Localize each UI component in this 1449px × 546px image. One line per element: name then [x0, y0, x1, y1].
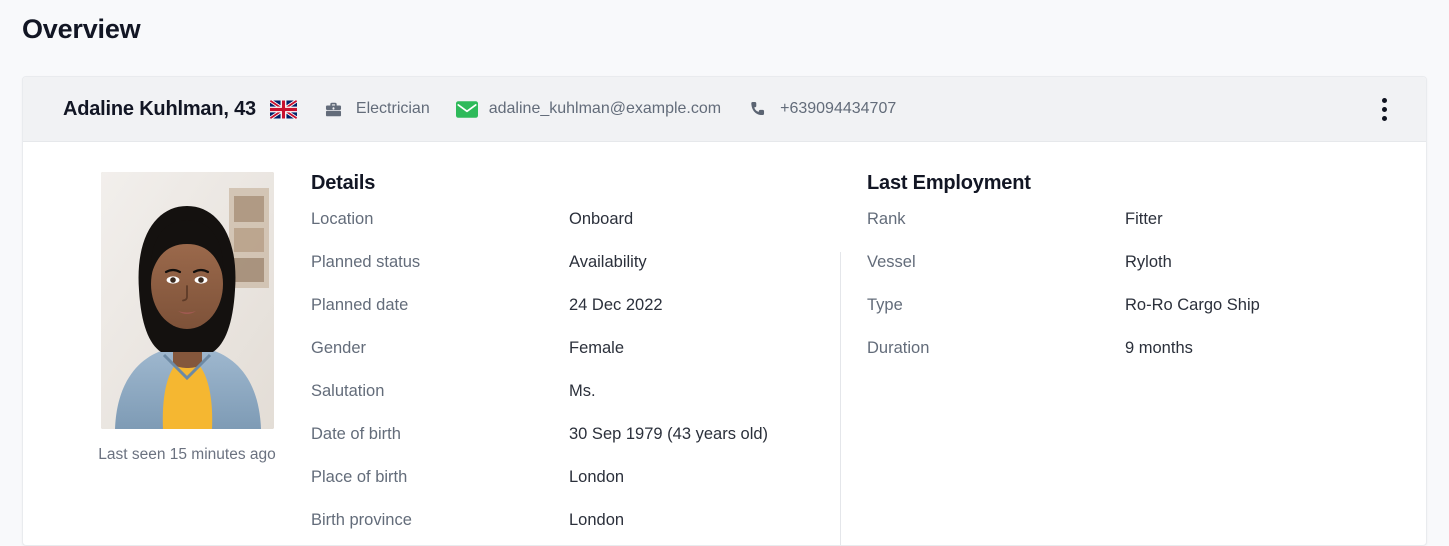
employment-row-label: Rank	[867, 210, 906, 228]
job-title-item: Electrician	[323, 98, 430, 120]
page-title: Overview	[22, 14, 141, 44]
email-item[interactable]: adaline_kuhlman@example.com	[455, 98, 722, 120]
kebab-dot	[1381, 97, 1387, 103]
employment-row: Vessel Ryloth	[867, 252, 1426, 295]
details-row: Gender Female	[311, 338, 841, 381]
uk-flag-icon	[269, 99, 297, 119]
details-row-value: London	[569, 468, 625, 486]
details-row-value: Onboard	[569, 210, 634, 228]
phone-text: +639094434707	[780, 100, 897, 117]
details-table-body: Location Onboard Planned status Availabilit…	[311, 209, 841, 545]
details-row-value: 30 Sep 1979 (43 years old)	[569, 425, 769, 443]
last-seen-text: Last seen 15 minutes ago	[98, 446, 276, 463]
details-row-label: Planned status	[311, 253, 421, 271]
employment-column: Last Employment Rank Fitter Vessel Ryloth Ty…	[841, 172, 1426, 545]
avatar	[100, 172, 274, 429]
phone-item[interactable]: +639094434707	[747, 98, 896, 120]
employment-section-title: Last Employment	[867, 172, 1031, 194]
details-row-label: Salutation	[311, 382, 385, 400]
details-row-value: London	[569, 511, 625, 529]
details-row-label: Place of birth	[311, 468, 408, 486]
details-row: Planned status Availability	[311, 252, 841, 295]
email-text: adaline_kuhlman@example.com	[488, 100, 722, 117]
details-row: Place of birth London	[311, 467, 841, 510]
details-section-title: Details	[311, 172, 376, 194]
details-row: Location Onboard	[311, 209, 841, 252]
details-row-value: Female	[569, 339, 625, 357]
kebab-menu-icon[interactable]	[1372, 96, 1396, 122]
briefcase-icon	[323, 98, 345, 120]
details-row-label: Planned date	[311, 296, 409, 314]
details-row: Salutation Ms.	[311, 381, 841, 424]
details-row-value: 24 Dec 2022	[569, 296, 663, 314]
details-row-label: Birth province	[311, 511, 412, 529]
employment-row-value: Ryloth	[1125, 253, 1172, 271]
details-row-label: Location	[311, 210, 374, 228]
details-row: Birth province London	[311, 510, 841, 545]
employment-row: Type Ro-Ro Cargo Ship	[867, 295, 1426, 338]
kebab-dot	[1381, 106, 1387, 112]
person-name: Adaline Kuhlman, 43	[63, 97, 256, 120]
person-overview-card: Adaline Kuhlman, 43 Electrician adaline_…	[22, 76, 1427, 546]
details-column: Details Location Onboard Planned status Ava…	[311, 172, 841, 545]
employment-row-label: Type	[867, 296, 903, 314]
phone-icon	[747, 98, 769, 120]
employment-table: Rank Fitter Vessel Ryloth Type Ro-Ro Cargo Sh…	[867, 209, 1426, 381]
employment-row-label: Vessel	[867, 253, 916, 271]
details-row: Date of birth 30 Sep 1979 (43 years old)	[311, 424, 841, 467]
details-row-value: Availability	[569, 253, 647, 271]
details-row-label: Date of birth	[311, 425, 401, 443]
photo-column: Last seen 15 minutes ago	[23, 172, 311, 545]
employment-row: Rank Fitter	[867, 209, 1426, 252]
employment-row-label: Duration	[867, 339, 930, 357]
details-table: Location Onboard Planned status Availabilit…	[311, 209, 841, 545]
details-row-value: Ms.	[569, 382, 596, 400]
employment-table-body: Rank Fitter Vessel Ryloth Type Ro-Ro Cargo Sh…	[867, 209, 1426, 381]
employment-row-value: Fitter	[1125, 210, 1163, 228]
overview-page: Overview Adaline Kuhlman, 43 Electrician…	[0, 0, 1449, 546]
details-row: Planned date 24 Dec 2022	[311, 295, 841, 338]
card-body: Last seen 15 minutes ago Details Locatio…	[23, 142, 1426, 545]
job-title-text: Electrician	[355, 100, 430, 117]
card-header: Adaline Kuhlman, 43 Electrician adaline_…	[23, 77, 1426, 142]
employment-row-value: Ro-Ro Cargo Ship	[1125, 296, 1260, 314]
employment-row: Duration 9 months	[867, 338, 1426, 381]
employment-row-value: 9 months	[1125, 339, 1193, 357]
envelope-icon	[455, 98, 478, 120]
details-row-label: Gender	[311, 339, 367, 357]
kebab-dot	[1381, 115, 1387, 121]
